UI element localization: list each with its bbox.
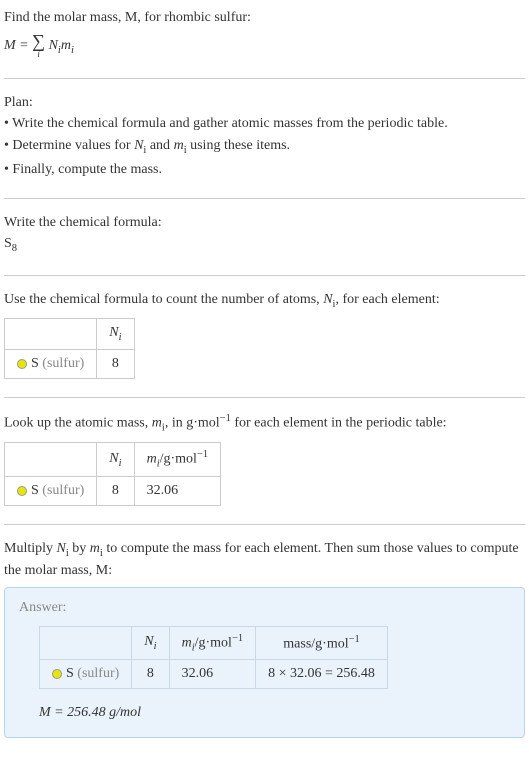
sum-index: i bbox=[32, 50, 45, 60]
m-header: mi/g·mol−1 bbox=[169, 626, 256, 659]
lookup-section: Look up the atomic mass, mi, in g·mol−1 … bbox=[4, 412, 525, 506]
table-row: S (sulfur) 8 bbox=[5, 350, 135, 379]
empty-header bbox=[5, 443, 97, 476]
table-row: S (sulfur) 8 32.06 bbox=[5, 476, 221, 505]
mass-header: mass/g·mol−1 bbox=[256, 626, 388, 659]
answer-result: M = 256.48 g/mol bbox=[39, 703, 510, 723]
answer-table: Ni mi/g·mol−1 mass/g·mol−1 S (sulfur) 8 … bbox=[39, 626, 388, 689]
chemformula-heading: Write the chemical formula: bbox=[4, 213, 525, 233]
n-header: Ni bbox=[97, 443, 134, 476]
sulfur-dot-icon bbox=[17, 359, 27, 369]
m-value-cell: 32.06 bbox=[134, 476, 221, 505]
mass-value-cell: 8 × 32.06 = 256.48 bbox=[256, 660, 388, 689]
n-header: Ni bbox=[97, 319, 134, 350]
element-cell: S (sulfur) bbox=[40, 660, 132, 689]
formula-n: Ni bbox=[49, 38, 61, 53]
plan-bullet-3: • Finally, compute the mass. bbox=[4, 160, 525, 180]
m-value-cell: 32.06 bbox=[169, 660, 256, 689]
multiply-section: Multiply Ni by mi to compute the mass fo… bbox=[4, 539, 525, 738]
chemformula-value: S8 bbox=[4, 234, 525, 256]
empty-header bbox=[5, 319, 97, 350]
answer-content: Ni mi/g·mol−1 mass/g·mol−1 S (sulfur) 8 … bbox=[19, 626, 510, 723]
table-header-row: Ni mi/g·mol−1 bbox=[5, 443, 221, 476]
answer-label: Answer: bbox=[19, 600, 510, 616]
multiply-heading: Multiply Ni by mi to compute the mass fo… bbox=[4, 539, 525, 581]
lookup-table: Ni mi/g·mol−1 S (sulfur) 8 32.06 bbox=[4, 442, 221, 505]
element-cell: S (sulfur) bbox=[5, 350, 97, 379]
formula-m: mi bbox=[61, 38, 74, 53]
n-header: Ni bbox=[132, 626, 169, 659]
table-header-row: Ni bbox=[5, 319, 135, 350]
divider bbox=[4, 397, 525, 398]
divider bbox=[4, 524, 525, 525]
m-header: mi/g·mol−1 bbox=[134, 443, 221, 476]
plan-bullet-1: • Write the chemical formula and gather … bbox=[4, 114, 525, 134]
count-heading: Use the chemical formula to count the nu… bbox=[4, 290, 525, 312]
sulfur-dot-icon bbox=[17, 486, 27, 496]
table-row: S (sulfur) 8 32.06 8 × 32.06 = 256.48 bbox=[40, 660, 388, 689]
sulfur-dot-icon bbox=[52, 669, 62, 679]
count-table: Ni S (sulfur) 8 bbox=[4, 318, 135, 379]
sigma: ∑ bbox=[32, 32, 45, 50]
table-header-row: Ni mi/g·mol−1 mass/g·mol−1 bbox=[40, 626, 388, 659]
plan-section: Plan: • Write the chemical formula and g… bbox=[4, 93, 525, 180]
empty-header bbox=[40, 626, 132, 659]
n-value-cell: 8 bbox=[132, 660, 169, 689]
formula-lhs: M = bbox=[4, 38, 32, 53]
sum-symbol: ∑i bbox=[32, 32, 45, 60]
n-value-cell: 8 bbox=[97, 476, 134, 505]
intro-line1: Find the molar mass, M, for rhombic sulf… bbox=[4, 10, 251, 25]
element-cell: S (sulfur) bbox=[5, 476, 97, 505]
n-value-cell: 8 bbox=[97, 350, 134, 379]
count-section: Use the chemical formula to count the nu… bbox=[4, 290, 525, 379]
molar-mass-formula: M = ∑i Nimi bbox=[4, 32, 525, 60]
intro-text: Find the molar mass, M, for rhombic sulf… bbox=[4, 8, 525, 28]
divider bbox=[4, 198, 525, 199]
intro-section: Find the molar mass, M, for rhombic sulf… bbox=[4, 8, 525, 60]
divider bbox=[4, 275, 525, 276]
chemformula-section: Write the chemical formula: S8 bbox=[4, 213, 525, 257]
lookup-heading: Look up the atomic mass, mi, in g·mol−1 … bbox=[4, 412, 525, 436]
plan-heading: Plan: bbox=[4, 93, 525, 113]
answer-box: Answer: Ni mi/g·mol−1 mass/g·mol−1 S (su… bbox=[4, 587, 525, 738]
divider bbox=[4, 78, 525, 79]
plan-bullet-2: • Determine values for Ni and mi using t… bbox=[4, 136, 525, 158]
